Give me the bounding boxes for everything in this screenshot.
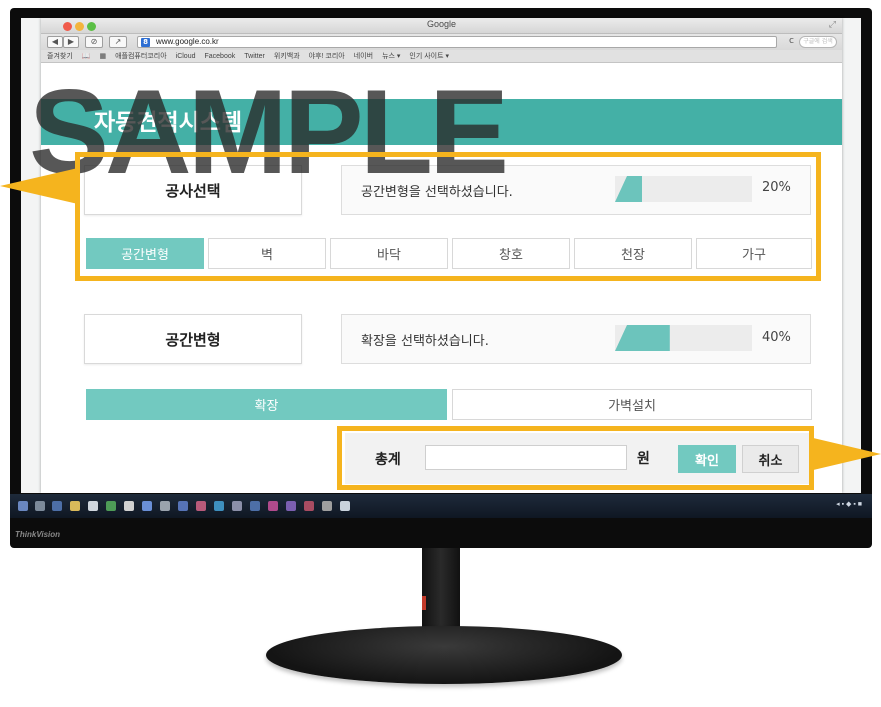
- taskbar-app-icon[interactable]: [88, 501, 98, 511]
- taskbar-app-icon[interactable]: [178, 501, 188, 511]
- section2-progress-fill: [615, 325, 670, 351]
- back-icon[interactable]: ◀: [47, 36, 63, 48]
- monitor-stand-base: [266, 626, 622, 684]
- window-title: Google: [426, 19, 457, 29]
- bookmark-item[interactable]: 애플컴퓨터코리아: [115, 51, 167, 61]
- taskbar-app-icon[interactable]: [35, 501, 45, 511]
- callout-frame-total: [337, 426, 814, 490]
- taskbar-app-icon[interactable]: [70, 501, 80, 511]
- callout-frame-work-selection: [75, 152, 821, 281]
- browser-toolbar: ◀ ▶ ⊘ ↗ www.google.co.kr 8 c 구글에 검색: [41, 34, 842, 50]
- bookmark-item[interactable]: Facebook: [205, 53, 236, 60]
- bookmark-item[interactable]: 네이버: [354, 51, 373, 61]
- taskbar-app-icon[interactable]: [196, 501, 206, 511]
- monitor-brand-logo: ThinkVision: [15, 530, 61, 539]
- taskbar-app-icon[interactable]: [268, 501, 278, 511]
- bookmark-item[interactable]: 인기 사이트 ▾: [409, 51, 449, 61]
- taskbar-app-icon[interactable]: [304, 501, 314, 511]
- monitor-cable-clip: [422, 596, 426, 610]
- taskbar-app-icon[interactable]: [340, 501, 350, 511]
- taskbar-app-icon[interactable]: [250, 501, 260, 511]
- google-favicon-icon: 8: [141, 38, 150, 47]
- bookmark-item[interactable]: 위키백과: [274, 51, 300, 61]
- callout-arrow-left-icon: [0, 168, 78, 204]
- tab-partition-install[interactable]: 가벽설치: [452, 389, 812, 420]
- bookmarks-bar: 즐겨찾기 📖 ▦ 애플컴퓨터코리아 iCloud Facebook Twitte…: [41, 50, 842, 63]
- taskbar-app-icon[interactable]: [52, 501, 62, 511]
- callout-arrow-right-icon: [809, 437, 881, 471]
- fullscreen-icon[interactable]: ⤢: [829, 20, 836, 30]
- forward-icon[interactable]: ▶: [63, 36, 79, 48]
- start-icon[interactable]: [18, 501, 28, 511]
- tab-extension[interactable]: 확장: [86, 389, 447, 420]
- monitor-mockup: Google ⤢ ◀ ▶ ⊘ ↗ www.google.co.kr 8 c 구글…: [0, 0, 881, 707]
- section2-status-text: 확장을 선택하셨습니다.: [361, 334, 489, 349]
- bookmark-item[interactable]: Twitter: [244, 53, 265, 60]
- bookmark-item[interactable]: 뉴스 ▾: [382, 51, 400, 61]
- browser-titlebar: Google ⤢: [41, 18, 842, 34]
- bookmark-item[interactable]: 야후! 코리아: [309, 51, 345, 61]
- taskbar-app-icon[interactable]: [322, 501, 332, 511]
- reader-icon[interactable]: ⊘: [85, 36, 103, 48]
- taskbar-app-icon[interactable]: [124, 501, 134, 511]
- bookmark-item[interactable]: iCloud: [176, 53, 196, 60]
- grid-icon[interactable]: ▦: [99, 52, 106, 60]
- taskbar-app-icon[interactable]: [160, 501, 170, 511]
- section2-progress-bar: [615, 325, 752, 351]
- taskbar-app-icon[interactable]: [106, 501, 116, 511]
- system-tray-icon[interactable]: ◂ ▪ ◆ ▪ ■: [836, 500, 862, 508]
- search-field[interactable]: 구글에 검색: [799, 36, 837, 48]
- os-taskbar: ◂ ▪ ◆ ▪ ■: [10, 494, 872, 518]
- section2-label: 공간변형: [84, 314, 302, 364]
- address-bar[interactable]: www.google.co.kr: [137, 36, 777, 48]
- book-icon[interactable]: 📖: [82, 52, 91, 60]
- taskbar-app-icon[interactable]: [286, 501, 296, 511]
- section2-progress-text: 40%: [762, 330, 791, 345]
- taskbar-app-icon[interactable]: [214, 501, 224, 511]
- bookmark-item[interactable]: 즐겨찾기: [47, 51, 73, 61]
- share-icon[interactable]: ↗: [109, 36, 127, 48]
- reload-icon[interactable]: c: [789, 36, 794, 46]
- taskbar-app-icon[interactable]: [142, 501, 152, 511]
- taskbar-app-icon[interactable]: [232, 501, 242, 511]
